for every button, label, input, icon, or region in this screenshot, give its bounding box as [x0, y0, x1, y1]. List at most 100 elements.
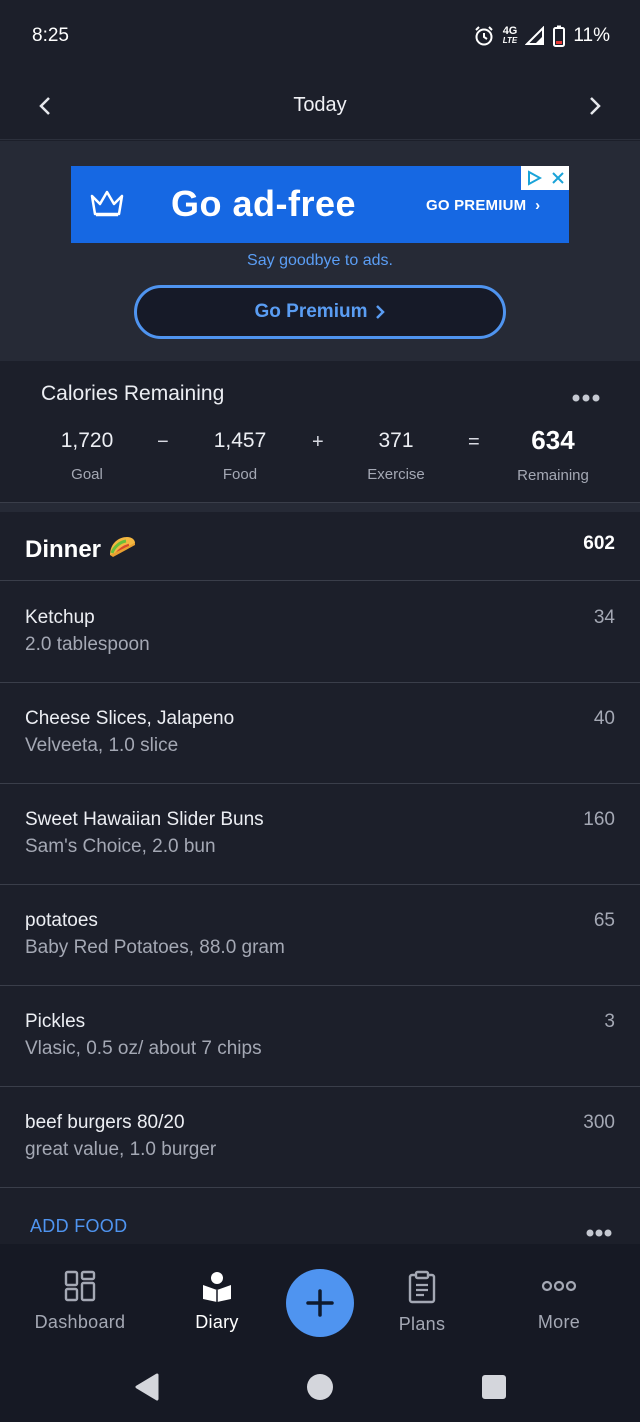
remaining-column: 634 Remaining — [503, 425, 603, 484]
go-premium-label: Go Premium — [254, 301, 368, 322]
food-item[interactable]: Pickles Vlasic, 0.5 oz/ about 7 chips 3 — [0, 986, 640, 1087]
food-description: Vlasic, 0.5 oz/ about 7 chips — [25, 1038, 262, 1059]
more-options-icon[interactable] — [586, 1224, 612, 1242]
calories-title: Calories Remaining — [41, 382, 225, 405]
next-day-button[interactable] — [580, 91, 610, 121]
diary-icon — [203, 1272, 231, 1302]
date-title[interactable]: Today — [293, 94, 346, 117]
food-item[interactable]: potatoes Baby Red Potatoes, 88.0 gram 65 — [0, 885, 640, 986]
home-icon[interactable] — [306, 1372, 334, 1407]
tab-label: More — [537, 1312, 581, 1332]
food-description: 2.0 tablespoon — [25, 634, 150, 655]
exercise-value: 371 — [378, 429, 414, 452]
ad-cta-label: GO PREMIUM — [426, 197, 527, 214]
food-name: Ketchup — [25, 607, 95, 628]
more-dots-icon — [541, 1280, 577, 1292]
tab-dashboard[interactable]: Dashboard — [20, 1270, 140, 1333]
network-sub-label: LTE — [502, 36, 518, 45]
plus-icon — [306, 1289, 334, 1317]
meal-title: Dinner — [25, 533, 137, 566]
food-item[interactable]: Cheese Slices, Jalapeno Velveeta, 1.0 sl… — [0, 683, 640, 784]
tab-plans[interactable]: Plans — [362, 1270, 482, 1335]
ad-banner[interactable]: Go ad-free GO PREMIUM › — [71, 166, 569, 243]
ad-cta[interactable]: GO PREMIUM › — [426, 197, 540, 214]
food-label: Food — [222, 466, 258, 483]
tab-label: Diary — [195, 1312, 239, 1332]
tab-label: Plans — [398, 1314, 446, 1334]
clipboard-icon — [408, 1270, 436, 1304]
chevron-left-icon — [39, 96, 50, 115]
crown-icon — [89, 188, 125, 225]
network-icon: 4G LTE — [502, 25, 518, 46]
section-divider — [0, 503, 640, 512]
more-options-icon[interactable] — [572, 389, 600, 407]
equals-operator: = — [468, 431, 480, 453]
goal-label: Goal — [71, 466, 103, 483]
food-description: Velveeta, 1.0 slice — [25, 735, 179, 756]
food-calories: 40 — [593, 708, 615, 729]
food-description: Sam's Choice, 2.0 bun — [25, 836, 216, 857]
status-icons: 4G LTE 11% — [473, 25, 610, 47]
chevron-right-icon — [376, 305, 386, 319]
battery-icon — [553, 25, 566, 47]
chevron-right-icon: › — [535, 197, 541, 214]
close-icon[interactable] — [551, 171, 565, 185]
ad-choices-icon — [527, 170, 542, 186]
ad-subtext: Say goodbye to ads. — [247, 252, 393, 269]
food-description: great value, 1.0 burger — [25, 1139, 217, 1160]
ad-choices[interactable] — [521, 166, 569, 190]
goal-value: 1,720 — [60, 429, 114, 452]
tab-diary[interactable]: Diary — [157, 1270, 277, 1333]
bottom-tab-bar: Dashboard Diary Plans More — [0, 1244, 640, 1354]
network-label: 4G — [502, 25, 518, 37]
add-food-button[interactable]: ADD FOOD — [30, 1216, 127, 1237]
ad-headline: Go ad-free — [171, 183, 357, 224]
exercise-label: Exercise — [367, 466, 425, 483]
food-calories: 3 — [604, 1011, 615, 1032]
date-navigation: Today — [0, 72, 640, 140]
ad-section: Go ad-free GO PREMIUM › Say goodbye to a… — [0, 141, 640, 361]
meal-total-calories: 602 — [583, 533, 615, 554]
add-button[interactable] — [286, 1269, 354, 1337]
recents-icon[interactable] — [481, 1372, 507, 1407]
status-bar: 8:25 4G LTE 11% — [0, 0, 640, 72]
food-calories: 160 — [583, 809, 615, 830]
chevron-right-icon — [590, 96, 601, 115]
alarm-icon — [473, 25, 495, 47]
meal-title-label: Dinner — [25, 535, 102, 563]
remaining-value: 634 — [531, 425, 575, 455]
remaining-label: Remaining — [517, 467, 589, 484]
food-name: Pickles — [25, 1011, 86, 1032]
food-name: Sweet Hawaiian Slider Buns — [25, 809, 264, 830]
food-item[interactable]: beef burgers 80/20 great value, 1.0 burg… — [0, 1087, 640, 1188]
food-name: Cheese Slices, Jalapeno — [25, 708, 235, 729]
previous-day-button[interactable] — [30, 91, 60, 121]
calories-remaining-card: Calories Remaining 1,720 Goal − 1,457 Fo… — [0, 361, 640, 503]
food-description: Baby Red Potatoes, 88.0 gram — [25, 937, 285, 958]
taco-icon — [107, 533, 137, 566]
meal-header[interactable]: Dinner 602 — [0, 512, 640, 581]
food-name: beef burgers 80/20 — [25, 1112, 185, 1133]
plus-operator: + — [312, 431, 324, 453]
food-list: Ketchup 2.0 tablespoon 34 Cheese Slices,… — [0, 582, 640, 1188]
battery-percent: 11% — [573, 25, 610, 46]
go-premium-button[interactable]: Go Premium — [134, 285, 506, 339]
food-value: 1,457 — [213, 429, 267, 452]
signal-icon — [525, 26, 545, 46]
tab-more[interactable]: More — [499, 1270, 619, 1333]
food-item[interactable]: Sweet Hawaiian Slider Buns Sam's Choice,… — [0, 784, 640, 885]
goal-column: 1,720 Goal — [47, 429, 127, 483]
dashboard-icon — [64, 1270, 96, 1302]
food-item[interactable]: Ketchup 2.0 tablespoon 34 — [0, 582, 640, 683]
food-calories: 300 — [583, 1112, 615, 1133]
food-calories: 34 — [593, 607, 615, 628]
minus-operator: − — [157, 431, 169, 453]
status-time: 8:25 — [32, 25, 69, 46]
add-food-row: ADD FOOD — [0, 1190, 640, 1244]
food-calories: 65 — [593, 910, 615, 931]
food-column: 1,457 Food — [200, 429, 280, 483]
tab-label: Dashboard — [34, 1312, 126, 1332]
back-icon[interactable] — [133, 1372, 161, 1407]
exercise-column: 371 Exercise — [356, 429, 436, 483]
food-name: potatoes — [25, 910, 98, 931]
